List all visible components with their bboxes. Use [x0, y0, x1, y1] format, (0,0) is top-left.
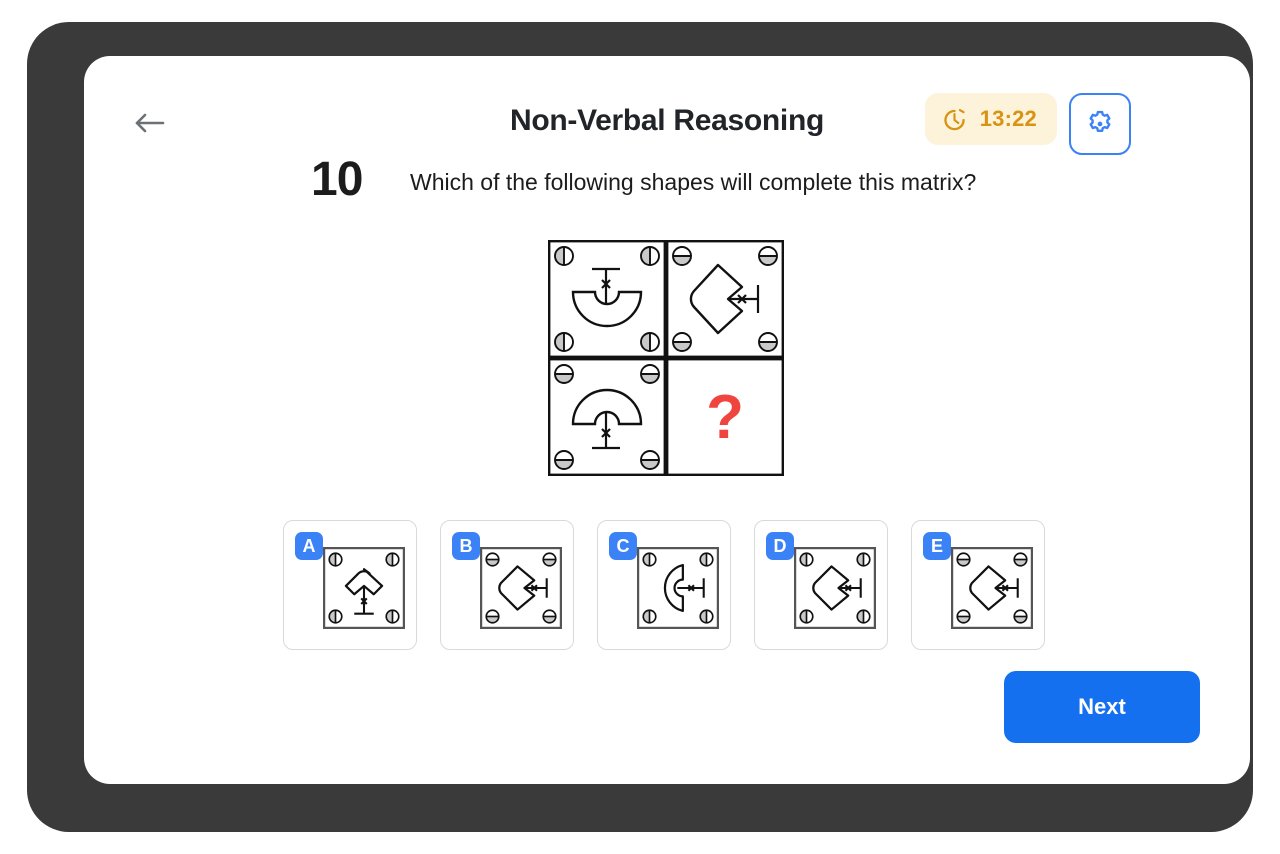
missing-marker: ? — [706, 383, 744, 452]
option-badge-e: E — [923, 532, 951, 560]
options-row: A B C D E — [283, 520, 1053, 650]
option-figure-a — [323, 547, 405, 629]
option-badge-d: D — [766, 532, 794, 560]
option-badge-c: C — [609, 532, 637, 560]
matrix-cell-bottom-left — [548, 358, 666, 476]
question-number: 10 — [311, 153, 363, 206]
option-card-b[interactable]: B — [440, 520, 574, 650]
option-card-a[interactable]: A — [283, 520, 417, 650]
option-badge-b: B — [452, 532, 480, 560]
option-badge-a: A — [295, 532, 323, 560]
question-row: 10 Which of the following shapes will co… — [84, 152, 1250, 222]
option-figure-d — [794, 547, 876, 629]
gear-icon — [1089, 110, 1111, 132]
device-frame: Non-Verbal Reasoning 13:22 10 Which of t… — [27, 22, 1253, 832]
app-header: Non-Verbal Reasoning 13:22 — [84, 56, 1250, 156]
next-button[interactable]: Next — [1004, 671, 1200, 743]
matrix-cell-missing: ? — [666, 358, 784, 476]
option-figure-c — [637, 547, 719, 629]
option-figure-b — [480, 547, 562, 629]
matrix-figure: ? — [548, 240, 784, 476]
timer-value: 13:22 — [979, 106, 1037, 131]
option-figure-e — [951, 547, 1033, 629]
question-text: Which of the following shapes will compl… — [410, 169, 977, 195]
app-screen: Non-Verbal Reasoning 13:22 10 Which of t… — [84, 56, 1250, 784]
matrix-cell-top-right — [666, 240, 784, 358]
clock-icon — [944, 108, 965, 130]
option-card-c[interactable]: C — [597, 520, 731, 650]
option-card-e[interactable]: E — [911, 520, 1045, 650]
settings-button[interactable] — [1069, 93, 1131, 155]
timer-badge: 13:22 — [924, 93, 1057, 145]
matrix-cell-top-left — [548, 240, 666, 358]
option-card-d[interactable]: D — [754, 520, 888, 650]
